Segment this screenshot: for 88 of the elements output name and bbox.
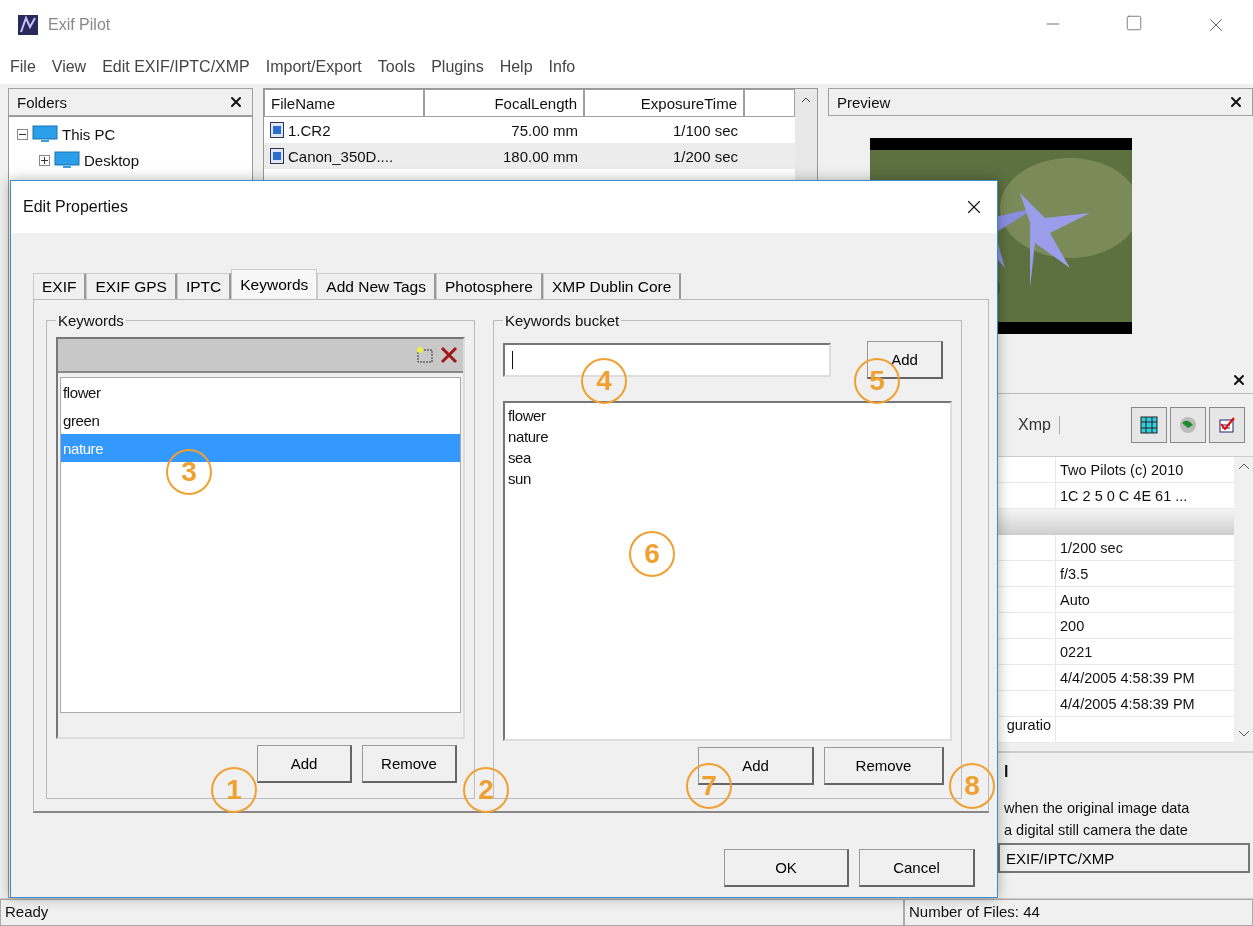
tab[interactable]: Photosphere — [436, 273, 543, 299]
tab[interactable]: Keywords — [231, 269, 318, 299]
scroll-up-icon[interactable] — [801, 97, 811, 103]
table-cell-text: 1/100 sec — [671, 120, 739, 141]
list-item[interactable]: sea — [508, 447, 947, 468]
grid-view-button[interactable] — [1131, 407, 1167, 443]
step-marker: 6 — [629, 531, 675, 577]
monitor-icon — [32, 125, 58, 143]
menu-item[interactable]: View — [51, 58, 87, 76]
app-logo-icon — [18, 15, 38, 35]
column-header[interactable]: FileName — [264, 89, 424, 117]
description-text: when the original image data — [1004, 799, 1191, 818]
group-title: Keywords — [57, 312, 125, 329]
table-cell: Canon_350D.... — [264, 143, 424, 169]
description-title: l — [1004, 762, 1010, 782]
tab[interactable]: Add New Tags — [317, 273, 436, 299]
monitor-icon — [54, 151, 80, 169]
property-name: guratio — [1005, 717, 1052, 733]
tab[interactable]: IPTC — [176, 273, 232, 299]
tab[interactable]: EXIF GPS — [86, 273, 177, 299]
checklist-icon — [1217, 415, 1237, 435]
property-value: Two Pilots (c) 2010 — [1059, 460, 1185, 480]
globe-icon — [1178, 415, 1198, 435]
column-header[interactable] — [744, 89, 795, 117]
menu-item[interactable]: Info — [548, 58, 576, 76]
menu-item[interactable]: Import/Export — [265, 58, 362, 76]
tab[interactable]: EXIF — [33, 273, 87, 299]
property-value: f/3.5 — [1059, 564, 1090, 584]
edit-button[interactable]: EXIF/IPTC/XMP — [998, 843, 1250, 873]
folder-tree-item[interactable]: Desktop — [84, 151, 140, 169]
menu-item[interactable]: Edit EXIF/IPTC/XMP — [102, 58, 250, 76]
menu-item[interactable]: Plugins — [431, 58, 484, 76]
list-item[interactable]: nature — [508, 426, 947, 447]
expand-icon[interactable] — [39, 154, 50, 166]
column-header[interactable]: ExposureTime — [584, 89, 744, 117]
step-marker: 1 — [211, 767, 257, 813]
close-icon[interactable] — [228, 94, 244, 110]
add-button[interactable]: Add — [257, 745, 352, 783]
checklist-button[interactable] — [1209, 407, 1245, 443]
table-cell: 1.CR2 — [264, 117, 424, 143]
image-file-icon — [270, 148, 284, 164]
table-cell-text: 1/200 sec — [671, 146, 739, 167]
maximize-icon[interactable] — [1125, 14, 1143, 32]
column-header[interactable]: FocalLength — [424, 89, 584, 117]
pane-title: Folders — [17, 93, 68, 111]
scroll-up-icon[interactable] — [1237, 463, 1250, 470]
scroll-down-icon[interactable] — [1237, 730, 1250, 737]
property-value: 4/4/2005 4:58:39 PM — [1059, 694, 1196, 714]
group-title: Keywords bucket — [504, 312, 621, 329]
tab[interactable]: XMP Dublin Core — [542, 273, 682, 299]
new-item-icon[interactable] — [415, 345, 435, 365]
table-cell-text: 75.00 mm — [510, 120, 579, 141]
grid-icon — [1139, 415, 1159, 435]
property-value: Auto — [1059, 590, 1091, 610]
menu-item[interactable]: File — [10, 58, 36, 76]
tab[interactable]: Xmp — [1018, 416, 1060, 434]
table-cell-text: 180.00 mm — [501, 146, 579, 167]
status-text: Ready — [0, 899, 904, 926]
collapse-icon[interactable] — [17, 128, 28, 140]
property-value: 0221 — [1059, 642, 1094, 662]
cancel-button[interactable]: Cancel — [859, 849, 975, 887]
list-item[interactable]: sun — [508, 468, 947, 489]
table-row[interactable]: Canon_350D.... 180.00 mm 1/200 sec — [264, 143, 795, 169]
list-item[interactable]: flower — [508, 405, 947, 426]
step-marker: 4 — [581, 358, 627, 404]
scrollbar[interactable] — [1234, 457, 1253, 743]
step-marker: 8 — [949, 763, 995, 809]
property-value: 200 — [1059, 616, 1086, 636]
window-title: Exif Pilot — [48, 16, 111, 34]
delete-icon[interactable] — [439, 345, 459, 365]
ok-button[interactable]: OK — [724, 849, 849, 887]
property-value: 1/200 sec — [1059, 538, 1124, 558]
status-text: Number of Files: 44 — [904, 899, 1253, 926]
description-text: a digital still camera the date — [1004, 821, 1189, 840]
pane-title: Preview — [837, 93, 891, 111]
image-file-icon — [270, 122, 284, 138]
folder-tree-item[interactable]: This PC — [62, 125, 116, 143]
step-marker: 3 — [166, 449, 212, 495]
menu-item[interactable]: Help — [499, 58, 533, 76]
property-value: 1C 2 5 0 C 4E 61 ... — [1059, 486, 1189, 506]
step-marker: 2 — [463, 767, 509, 813]
property-value: 4/4/2005 4:58:39 PM — [1059, 668, 1196, 688]
close-icon[interactable] — [1228, 94, 1244, 110]
remove-button[interactable]: Remove — [362, 745, 457, 783]
menu-item[interactable]: Tools — [377, 58, 416, 76]
dialog-title: Edit Properties — [23, 198, 128, 216]
globe-button[interactable] — [1170, 407, 1206, 443]
remove-button[interactable]: Remove — [824, 747, 944, 785]
